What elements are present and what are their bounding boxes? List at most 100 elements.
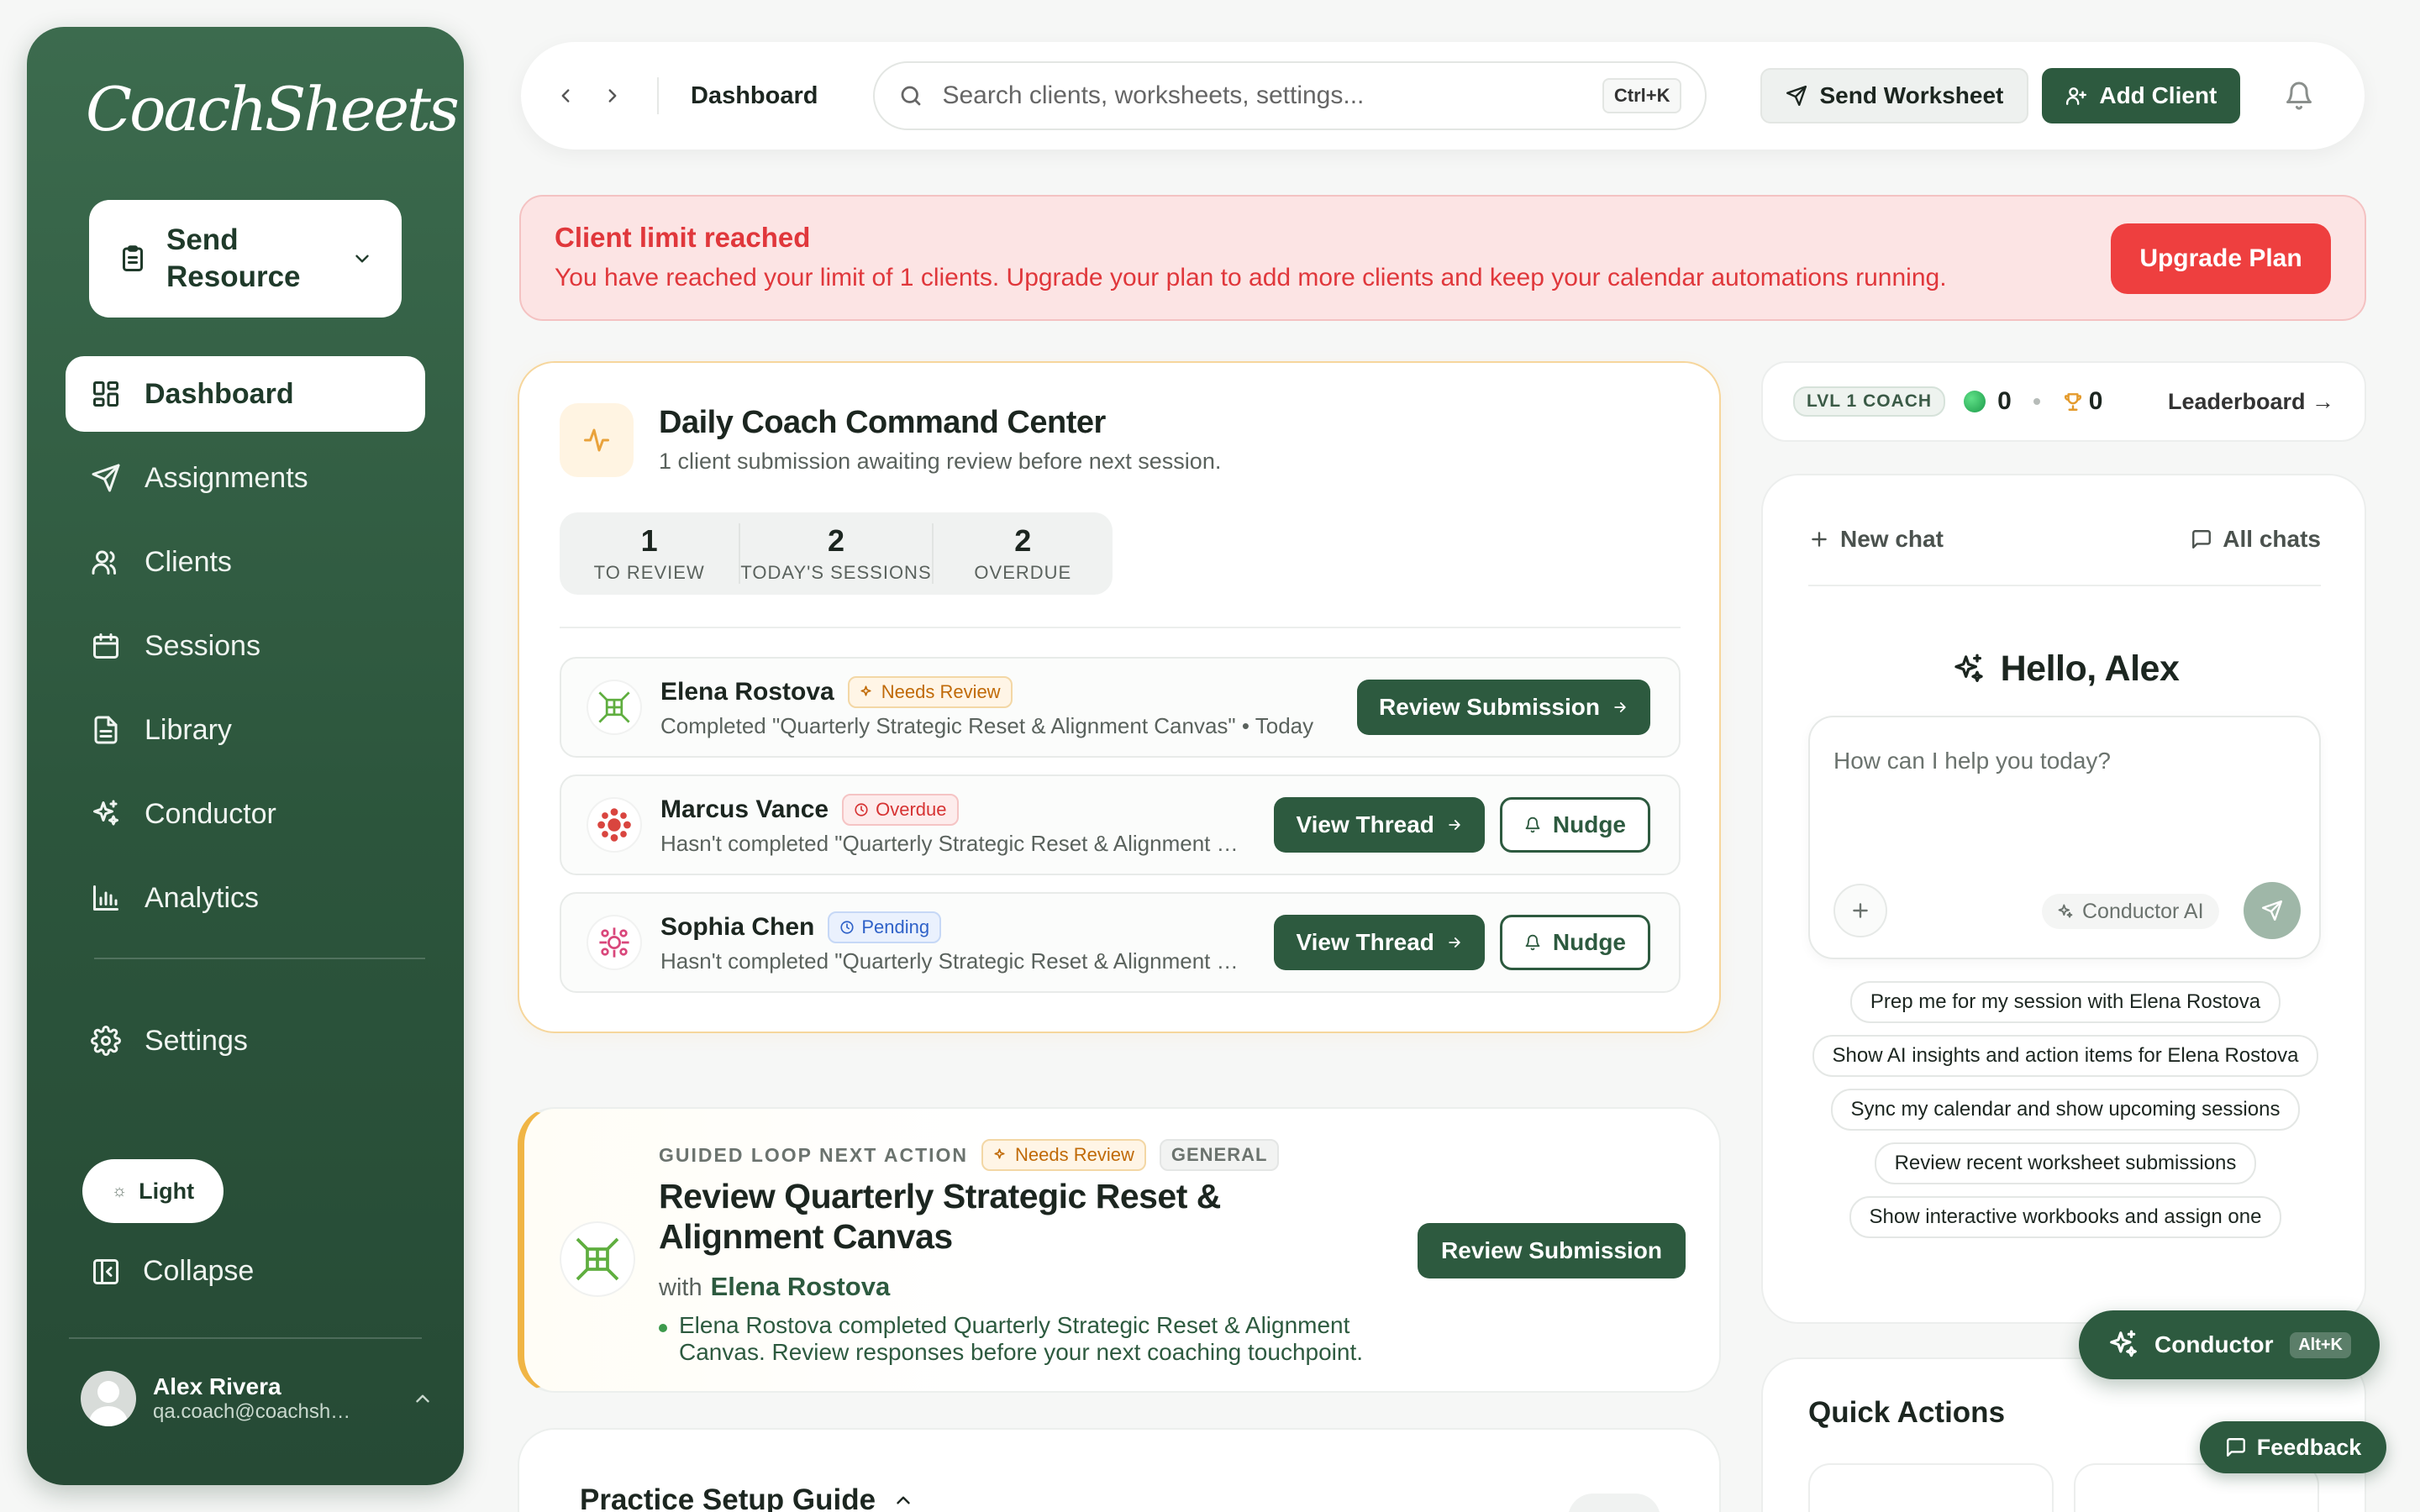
top-bar: Dashboard Search clients, worksheets, se… xyxy=(521,42,2365,150)
nudge-button[interactable]: Nudge xyxy=(1499,797,1650,853)
sidebar-item-label: Analytics xyxy=(145,881,260,914)
suggestion-chip-row: Review recent worksheet submissions xyxy=(1763,1142,2368,1184)
search-input[interactable]: Search clients, worksheets, settings... … xyxy=(873,61,1707,130)
suggestion-chip[interactable]: Show interactive workbooks and assign on… xyxy=(1849,1196,2282,1238)
breadcrumb: Dashboard xyxy=(691,81,818,109)
review-submission-button[interactable]: Review Submission xyxy=(1357,680,1650,735)
chat-icon xyxy=(2226,1438,2245,1457)
leaderboard-link[interactable]: Leaderboard → xyxy=(2168,389,2334,415)
stat-overdue[interactable]: 2 OVERDUE xyxy=(934,523,1113,584)
quick-actions-title: Quick Actions xyxy=(1808,1396,2006,1429)
stat-todays-sessions[interactable]: 2 TODAY'S SESSIONS xyxy=(740,523,934,584)
button-label: View Thread xyxy=(1296,929,1434,955)
stats-bar: 1 TO REVIEW 2 TODAY'S SESSIONS 2 OVERDUE xyxy=(560,512,1113,595)
user-menu[interactable]: Alex Rivera qa.coach@coachsheets.com xyxy=(81,1371,434,1426)
new-chat-button[interactable]: New chat xyxy=(1808,526,1944,553)
back-button[interactable] xyxy=(555,85,576,107)
guided-next-action-card: GUIDED LOOP NEXT ACTION Needs Review GEN… xyxy=(518,1107,1721,1393)
status-label: Needs Review xyxy=(881,680,1001,702)
button-label: Nudge xyxy=(1552,929,1626,955)
nudge-button[interactable]: Nudge xyxy=(1499,915,1650,970)
button-label: Nudge xyxy=(1552,811,1626,837)
bell-icon[interactable] xyxy=(2284,81,2314,111)
calendar-icon xyxy=(91,631,145,661)
suggestion-chip[interactable]: Review recent worksheet submissions xyxy=(1874,1142,2257,1184)
divider xyxy=(560,627,1681,628)
fab-label: Conductor xyxy=(2154,1331,2274,1357)
sidebar-item-dashboard[interactable]: Dashboard xyxy=(66,356,425,432)
client-row: Elena Rostova Needs Review Completed "Qu… xyxy=(560,657,1681,758)
theme-toggle-button[interactable]: ☼ Light xyxy=(82,1159,224,1223)
feedback-label: Feedback xyxy=(2256,1434,2362,1460)
status-label: Overdue xyxy=(876,798,947,820)
chevron-down-icon xyxy=(351,248,373,270)
users-icon xyxy=(91,547,145,577)
arrow-right-icon xyxy=(1449,937,1460,948)
sidebar-item-conductor[interactable]: Conductor xyxy=(66,776,425,852)
sidebar-item-label: Sessions xyxy=(145,629,260,662)
clipboard-icon xyxy=(118,244,148,274)
send-message-button[interactable] xyxy=(2244,882,2301,939)
status-badge: Overdue xyxy=(842,793,959,826)
send-worksheet-button[interactable]: Send Worksheet xyxy=(1760,68,2029,123)
practice-title: Practice Setup Guide xyxy=(580,1483,876,1512)
sidebar-item-clients[interactable]: Clients xyxy=(66,524,425,600)
brand-logo[interactable]: CoachSheets xyxy=(86,74,460,144)
stat-to-review[interactable]: 1 TO REVIEW xyxy=(560,523,741,584)
avatar xyxy=(81,1371,136,1426)
new-chat-label: New chat xyxy=(1840,526,1944,552)
send-resource-button[interactable]: Send Resource xyxy=(89,200,402,318)
conductor-chat-panel: New chat All chats Hello, Alex How can I… xyxy=(1761,474,2366,1324)
guided-title: Review Quarterly Strategic Reset & Align… xyxy=(659,1177,1221,1256)
model-selector[interactable]: Conductor AI xyxy=(2042,894,2219,929)
client-avatar xyxy=(561,1223,634,1295)
forward-button[interactable] xyxy=(602,85,623,107)
sidebar-settings-group: Settings xyxy=(66,1003,425,1087)
review-submission-button[interactable]: Review Submission xyxy=(1418,1223,1686,1278)
sparkles-icon xyxy=(1954,654,1983,682)
theme-label: Light xyxy=(139,1178,195,1204)
suggestion-chip[interactable]: Prep me for my session with Elena Rostov… xyxy=(1849,981,2281,1023)
status-badge: Needs Review xyxy=(981,1139,1146,1171)
guided-client-line: with Elena Rostova xyxy=(659,1272,890,1302)
send-icon xyxy=(91,463,145,493)
sidebar-item-analytics[interactable]: Analytics xyxy=(66,860,425,936)
chat-input[interactable]: How can I help you today? xyxy=(1833,748,2111,774)
guided-kicker: GUIDED LOOP NEXT ACTION xyxy=(659,1143,969,1166)
collapse-sidebar-button[interactable]: Collapse xyxy=(91,1255,254,1288)
dashboard-icon xyxy=(91,379,145,409)
button-label: Review Submission xyxy=(1379,694,1600,720)
status-badge: Needs Review xyxy=(847,675,1013,708)
arrow-right-icon xyxy=(1449,820,1460,830)
conductor-fab-button[interactable]: Conductor Alt+K xyxy=(2079,1310,2380,1379)
status-badge: Pending xyxy=(828,911,942,943)
sidebar-item-assignments[interactable]: Assignments xyxy=(66,440,425,516)
stat-value: 2 xyxy=(827,523,845,558)
view-thread-button[interactable]: View Thread xyxy=(1274,915,1485,970)
client-row: Sophia Chen Pending Hasn't completed "Qu… xyxy=(560,892,1681,993)
suggestion-chip[interactable]: Sync my calendar and show upcoming sessi… xyxy=(1830,1089,2301,1131)
sidebar-item-label: Library xyxy=(145,713,232,746)
sidebar-item-library[interactable]: Library xyxy=(66,692,425,768)
view-thread-button[interactable]: View Thread xyxy=(1274,797,1485,853)
upgrade-plan-button[interactable]: Upgrade Plan xyxy=(2111,223,2331,294)
search-placeholder: Search clients, worksheets, settings... xyxy=(942,81,1365,109)
add-client-button[interactable]: Add Client xyxy=(2042,68,2241,123)
sun-icon: ☼ xyxy=(111,1181,128,1200)
practice-setup-guide: Practice Setup Guide xyxy=(518,1428,1721,1512)
all-chats-button[interactable]: All chats xyxy=(2191,526,2321,553)
divider xyxy=(657,77,659,114)
quick-action-tile[interactable] xyxy=(1808,1463,2054,1512)
suggestion-chip[interactable]: Show AI insights and action items for El… xyxy=(1812,1035,2319,1077)
sidebar-item-settings[interactable]: Settings xyxy=(66,1003,425,1079)
guided-client-name[interactable]: Elena Rostova xyxy=(711,1272,891,1301)
feedback-button[interactable]: Feedback xyxy=(2200,1421,2386,1473)
progress-chip xyxy=(1568,1494,1660,1512)
search-icon xyxy=(898,83,923,108)
send-worksheet-label: Send Worksheet xyxy=(1819,82,2004,108)
attach-button[interactable] xyxy=(1833,884,1887,937)
sidebar-item-sessions[interactable]: Sessions xyxy=(66,608,425,684)
separator-dot xyxy=(2033,398,2040,405)
command-center-title: Daily Coach Command Center xyxy=(659,405,1106,440)
practice-setup-toggle[interactable]: Practice Setup Guide xyxy=(580,1483,914,1512)
